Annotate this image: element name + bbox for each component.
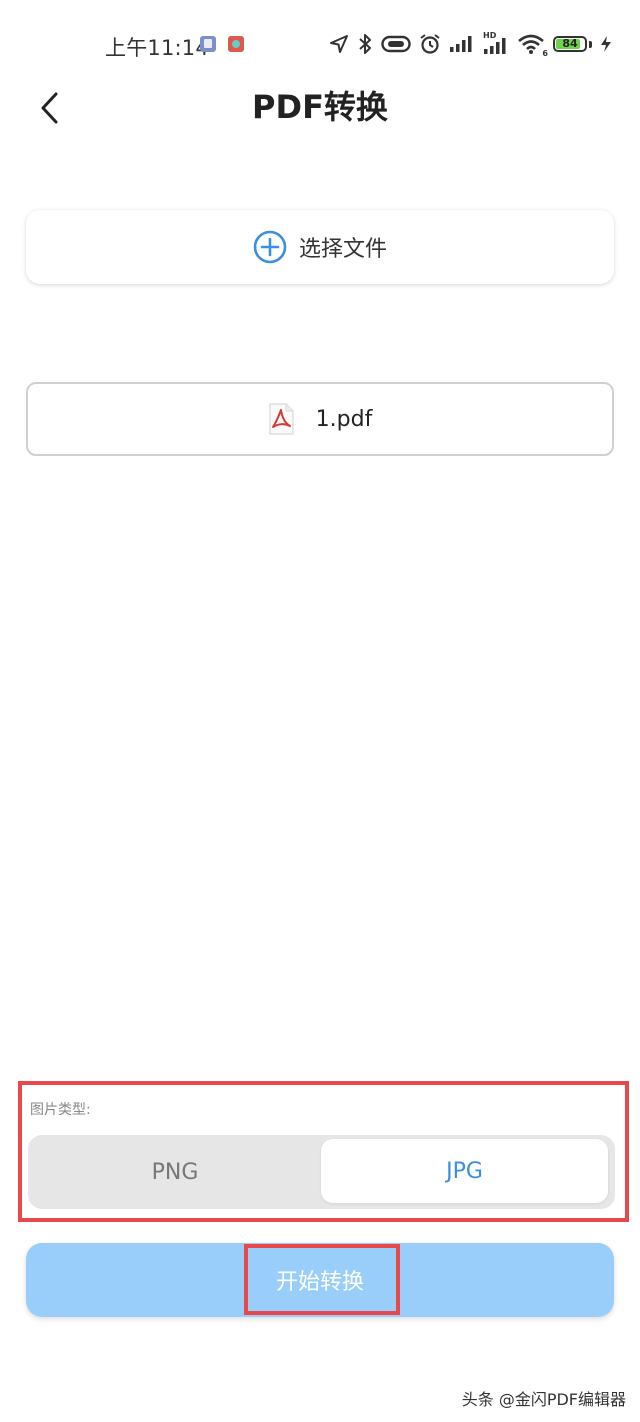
select-file-button[interactable]: 选择文件: [26, 210, 614, 284]
battery-icon: 84: [553, 36, 587, 52]
select-file-label: 选择文件: [298, 237, 387, 262]
status-time: 上午11:14: [105, 36, 209, 60]
wifi-icon: 6: [517, 33, 548, 58]
vibrate-mode-icon: [381, 35, 411, 53]
app-notification-icon: [200, 36, 216, 52]
file-name: 1.pdf: [315, 406, 373, 432]
battery-level: 84: [562, 37, 578, 50]
start-convert-label: 开始转换: [275, 1270, 364, 1295]
watermark: 头条 @金闪PDF编辑器: [461, 1390, 626, 1409]
system-icons: HD 6 84: [329, 30, 612, 58]
signal-hd-icon: HD: [483, 31, 509, 55]
app-notification-icon: [228, 36, 244, 52]
plus-circle-icon: [253, 230, 287, 264]
image-type-option-jpg[interactable]: JPG: [321, 1139, 608, 1203]
image-type-option-png[interactable]: PNG: [28, 1135, 322, 1209]
alarm-icon: [420, 34, 440, 54]
signal-icon: [450, 36, 472, 52]
page-title: PDF转换: [252, 88, 388, 126]
pdf-file-icon: [269, 403, 294, 435]
location-icon: [330, 35, 348, 53]
selected-file-item[interactable]: 1.pdf: [26, 382, 614, 456]
bluetooth-icon: [359, 34, 371, 54]
charging-icon: [601, 36, 611, 52]
image-type-label: 图片类型:: [30, 1102, 91, 1118]
status-bar: 上午11:14 HD 6 84: [0, 0, 640, 88]
image-type-selector: PNG JPG: [28, 1135, 615, 1209]
start-convert-button[interactable]: 开始转换: [26, 1243, 614, 1317]
battery-tip: [589, 40, 592, 48]
image-type-section: 图片类型: PNG JPG: [18, 1081, 629, 1222]
